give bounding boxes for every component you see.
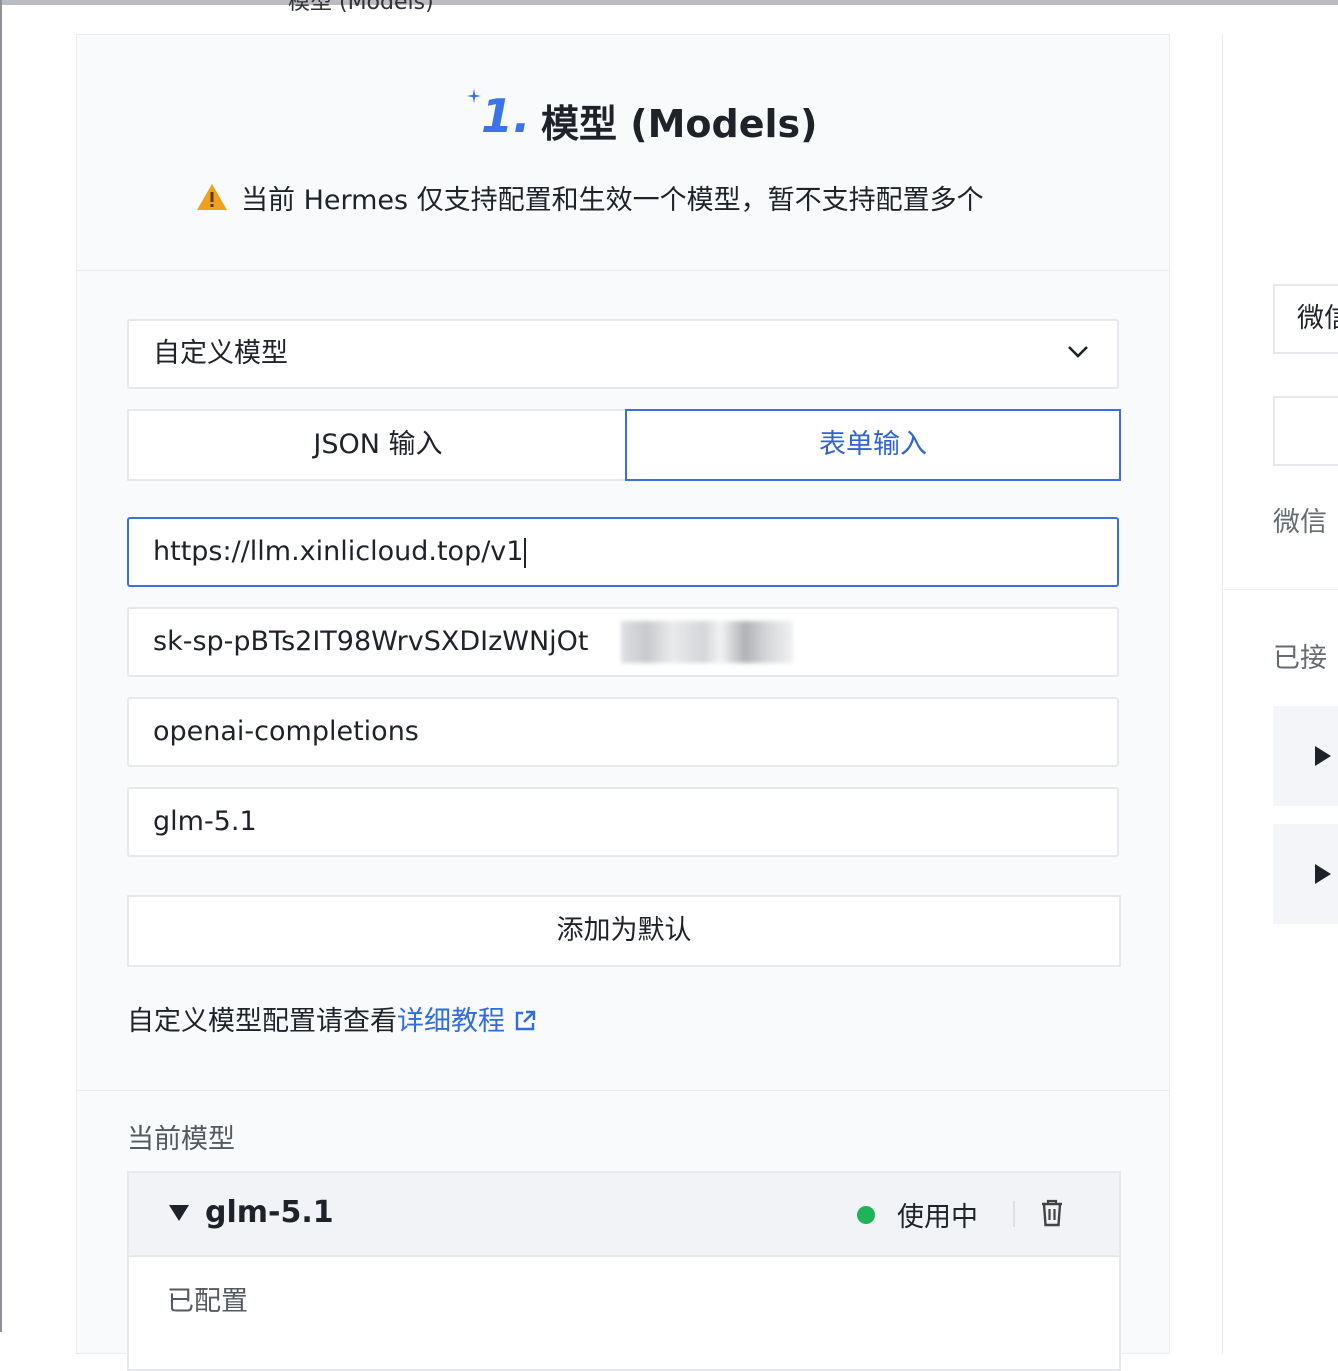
- window-left-edge: [0, 0, 2, 1332]
- right-panel-label-connected: 已接: [1273, 643, 1327, 674]
- collapse-triangle-icon[interactable]: [169, 1205, 189, 1221]
- warning-text: 当前 Hermes 仅支持配置和生效一个模型，暂不支持配置多个: [241, 185, 984, 216]
- base-url-value: https://llm.xinlicloud.top/v1: [153, 536, 524, 567]
- status-dot-icon: [857, 1206, 875, 1224]
- model-type-select[interactable]: 自定义模型: [127, 319, 1119, 389]
- status-badge: 使用中: [897, 1202, 978, 1233]
- api-type-value: openai-completions: [153, 716, 419, 747]
- expand-triangle-icon[interactable]: [1315, 746, 1331, 766]
- window-top-bar: 模型 (Models): [0, 0, 1338, 15]
- help-text: 自定义模型配置请查看: [127, 1006, 397, 1037]
- api-key-input[interactable]: sk-sp-pBTs2IT98WrvSXDIzWNjOt: [127, 607, 1119, 677]
- chevron-down-icon: [1068, 346, 1088, 358]
- external-link-icon[interactable]: [513, 1009, 537, 1033]
- base-url-input[interactable]: https://llm.xinlicloud.top/v1: [127, 517, 1119, 587]
- warning-icon: [197, 184, 227, 210]
- section-title: 模型 (Models): [541, 102, 818, 146]
- tutorial-link[interactable]: 详细教程: [397, 1006, 505, 1037]
- header-separator: [1013, 1201, 1015, 1227]
- models-panel: 1. 模型 (Models) 当前 Hermes 仅支持配置和生效一个模型，暂不…: [76, 34, 1170, 1371]
- current-model-card: glm-5.1 使用中 已配置: [127, 1171, 1121, 1371]
- add-default-button[interactable]: 添加为默认: [127, 895, 1121, 967]
- tab-json-input[interactable]: JSON 输入: [127, 409, 627, 481]
- model-type-select-value: 自定义模型: [153, 338, 288, 369]
- section-number: 1.: [481, 89, 531, 143]
- header-partial-title: 模型 (Models): [288, 0, 434, 15]
- right-panel-divider: [1223, 589, 1338, 590]
- api-type-input[interactable]: openai-completions: [127, 697, 1119, 767]
- text-cursor: [524, 537, 527, 568]
- section-divider: [77, 1090, 1169, 1091]
- right-panel-input-1-value: 微信: [1297, 303, 1338, 334]
- right-panel-collapsed-item-2[interactable]: [1273, 824, 1338, 924]
- right-panel-input-2[interactable]: [1273, 396, 1338, 466]
- right-panel-collapsed-item-1[interactable]: [1273, 706, 1338, 806]
- models-panel-header: 1. 模型 (Models) 当前 Hermes 仅支持配置和生效一个模型，暂不…: [77, 35, 1169, 271]
- input-mode-tabs: JSON 输入 表单输入: [127, 409, 1121, 481]
- expand-triangle-icon[interactable]: [1315, 864, 1331, 884]
- trash-icon[interactable]: [1039, 1198, 1065, 1228]
- api-key-redaction-blur: [621, 621, 793, 663]
- tab-form-input[interactable]: 表单输入: [625, 409, 1121, 481]
- api-key-value: sk-sp-pBTs2IT98WrvSXDIzWNjOt: [153, 626, 589, 657]
- right-panel-label-wechat: 微信: [1273, 507, 1327, 538]
- current-model-name: glm-5.1: [205, 1195, 334, 1230]
- model-id-input[interactable]: glm-5.1: [127, 787, 1119, 857]
- section-title-row: 1. 模型 (Models): [77, 87, 1169, 147]
- right-panel-input-1[interactable]: 微信: [1273, 284, 1338, 354]
- current-model-card-header[interactable]: glm-5.1 使用中: [129, 1173, 1119, 1257]
- model-id-value: glm-5.1: [153, 806, 257, 837]
- configured-label: 已配置: [167, 1286, 248, 1317]
- current-model-label: 当前模型: [127, 1124, 235, 1155]
- help-row: 自定义模型配置请查看详细教程: [127, 999, 537, 1038]
- right-side-panel: 微信 微信 已接: [1222, 34, 1338, 1354]
